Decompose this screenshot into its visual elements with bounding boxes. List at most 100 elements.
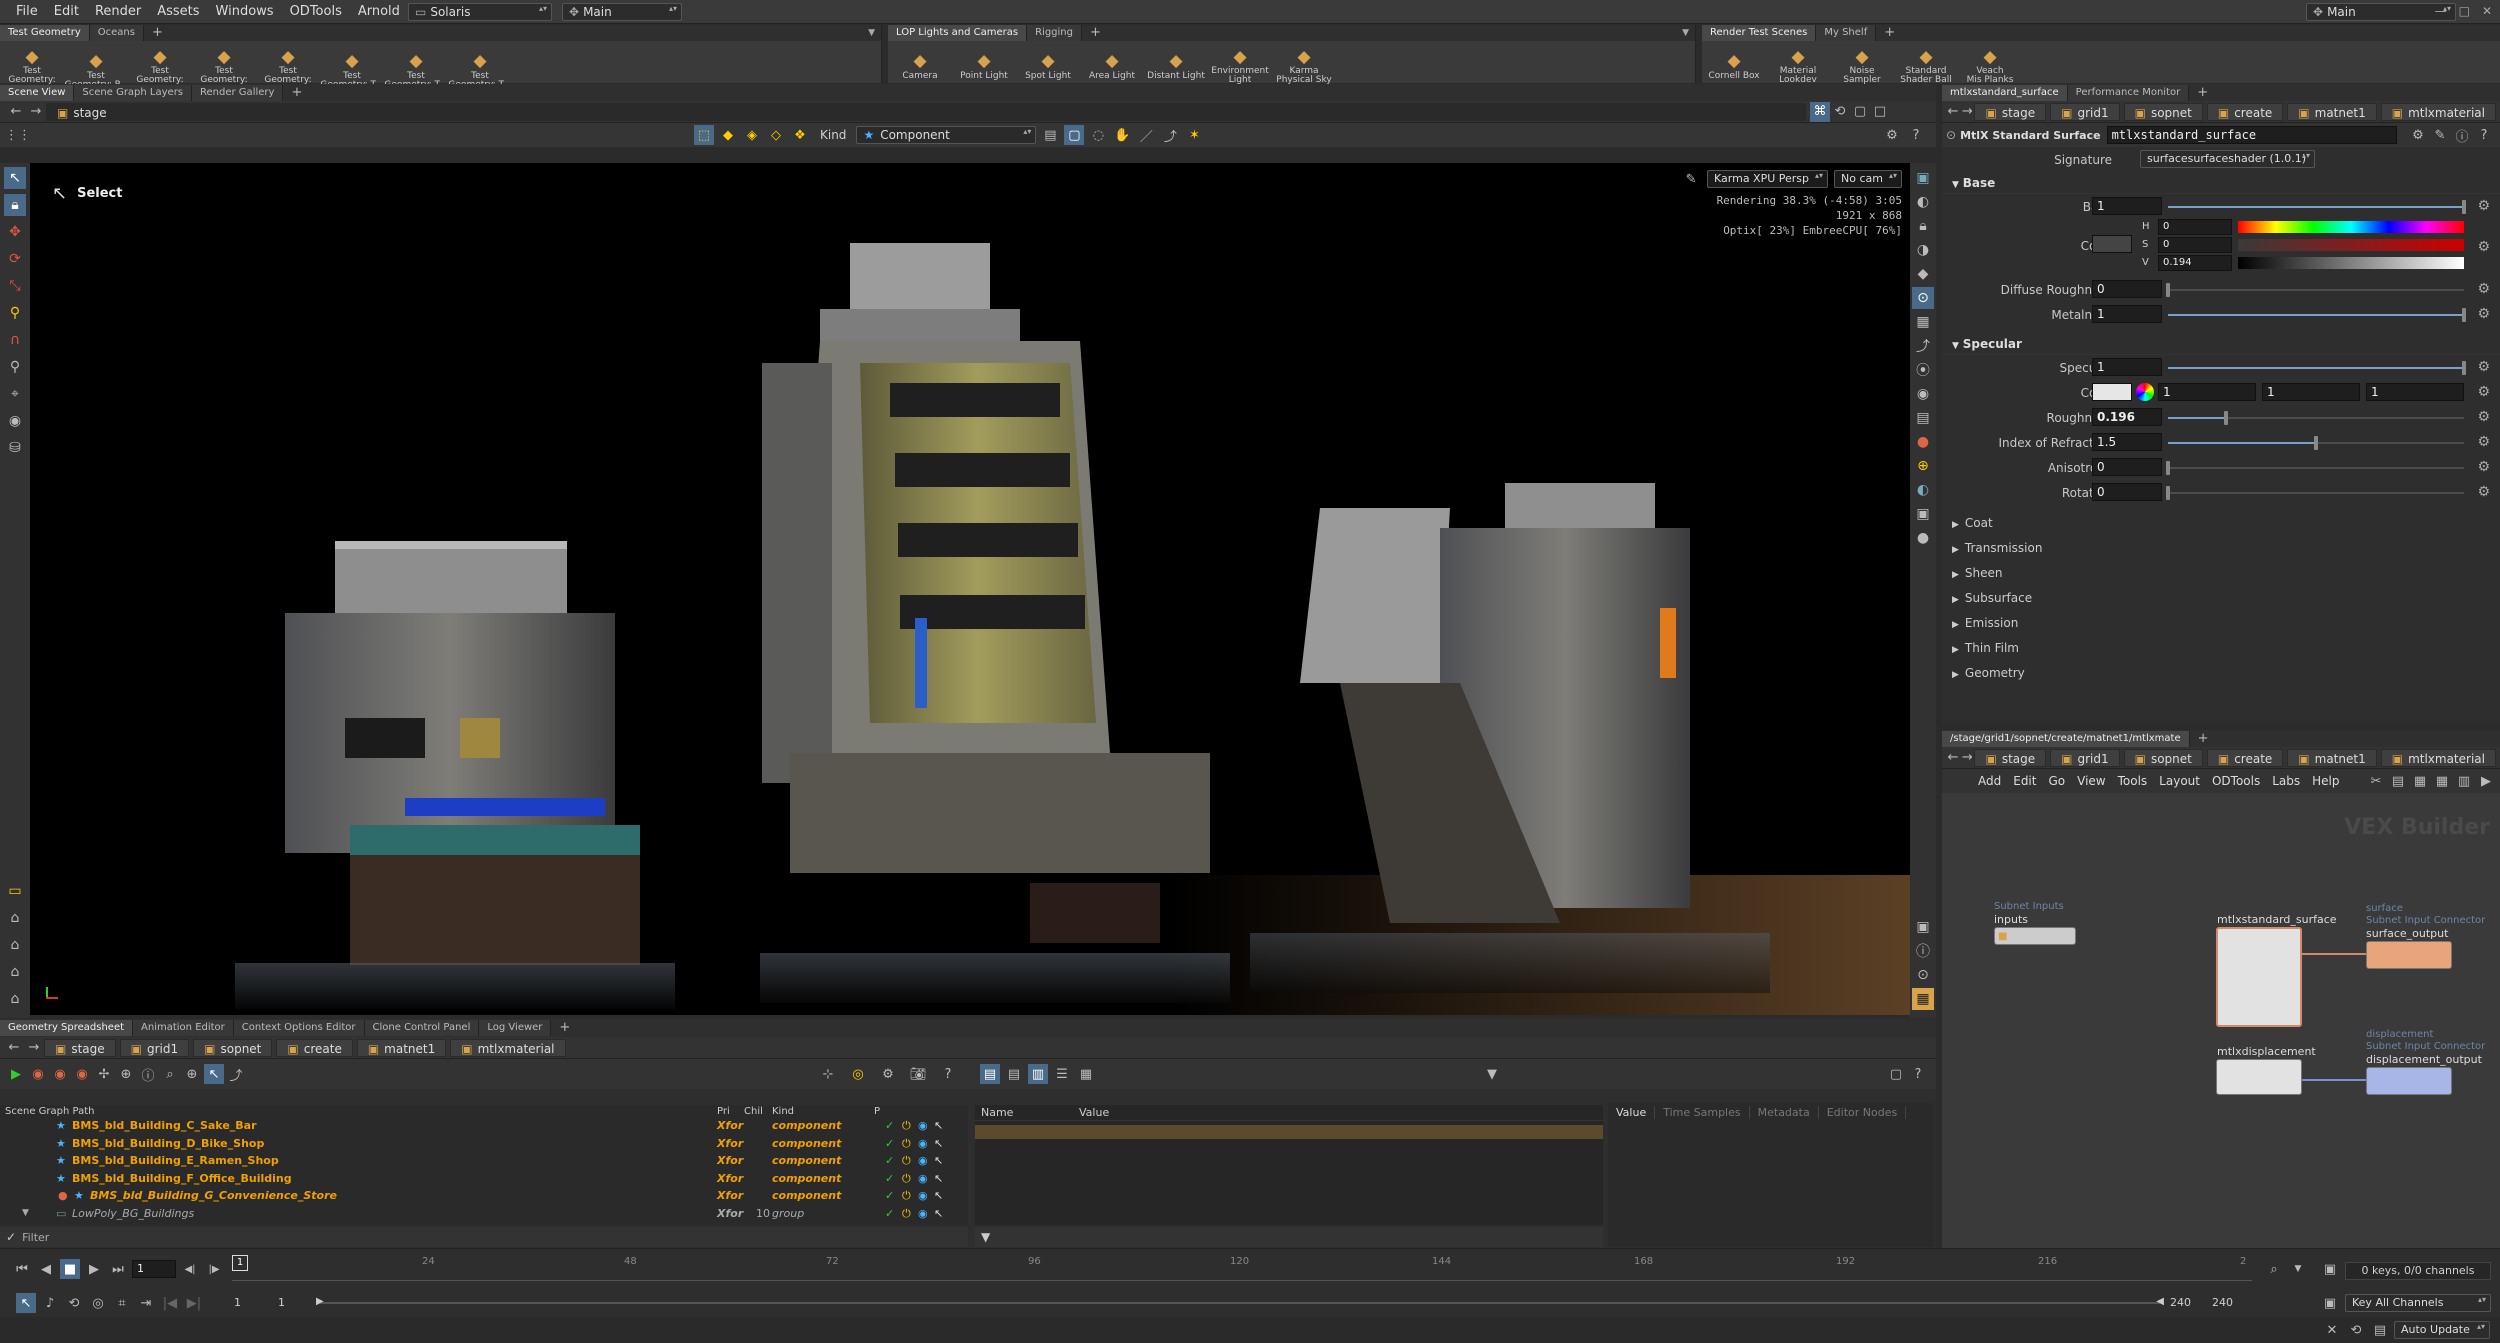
- tree-row-vis-icon[interactable]: ⏻: [902, 1170, 911, 1188]
- anisotropy-field[interactable]: 0: [2092, 458, 2162, 476]
- slider-knob[interactable]: [2166, 486, 2170, 500]
- net-crumb-sopnet[interactable]: ▣ sopnet: [2123, 748, 2203, 767]
- tree-row-arrow-icon[interactable]: ↖: [934, 1222, 943, 1225]
- value-tab-value[interactable]: Value: [1608, 1105, 1656, 1119]
- param-crumb-stage[interactable]: ▣ stage: [1974, 102, 2047, 121]
- select-assembly-icon[interactable]: ❖: [790, 125, 810, 145]
- param-crumb-matnet1[interactable]: ▣ matnet1: [2287, 102, 2377, 121]
- snap-tool-icon[interactable]: ▭: [4, 880, 26, 902]
- tree-row-vis-icon[interactable]: ⏻: [902, 1222, 911, 1225]
- tree-row-vis-icon[interactable]: ⏻: [902, 1205, 911, 1223]
- slider-knob[interactable]: [2166, 461, 2170, 475]
- menu-file[interactable]: File: [8, 0, 46, 24]
- base-color-gear-icon[interactable]: ⚙: [2477, 239, 2490, 255]
- attr-view-4-icon[interactable]: ☰: [1052, 1064, 1072, 1084]
- tree-row[interactable]: ★ BMS_bld_Building_C_Sake_Bar Xfor componen…: [0, 1117, 968, 1135]
- net-tool-grid-icon[interactable]: ▦: [2410, 771, 2430, 791]
- tree-row-vis-icon[interactable]: ⏻: [902, 1187, 911, 1205]
- lock-camera-icon[interactable]: 🔒︎: [1912, 215, 1934, 237]
- shelf-tool-cornell-box[interactable]: ◆ Cornell Box: [1702, 52, 1766, 81]
- param-add-tab-icon[interactable]: +: [2189, 85, 2216, 101]
- hsv-h-field[interactable]: 0: [2158, 219, 2232, 235]
- node-help-icon[interactable]: ?: [2474, 125, 2494, 145]
- bottom-crumb-matnet1[interactable]: ▣ matnet1: [356, 1038, 447, 1057]
- maximize-icon[interactable]: □: [2459, 4, 2470, 18]
- status-update-icon[interactable]: ⟲: [2346, 1320, 2366, 1340]
- signature-select[interactable]: surfacesurfaceshader (1.0.1): [2140, 150, 2315, 168]
- menu-render[interactable]: Render: [87, 0, 149, 24]
- value-tab-metadata[interactable]: Metadata: [1750, 1105, 1819, 1119]
- light-display-icon[interactable]: ◆: [1912, 263, 1934, 285]
- range-end-2[interactable]: 240: [2212, 1296, 2233, 1309]
- specular-field[interactable]: 1: [2092, 358, 2162, 376]
- camera-tool-icon[interactable]: ◉: [4, 410, 26, 432]
- bounds-icon[interactable]: ◐: [1912, 479, 1934, 501]
- jump-end-icon[interactable]: ⏭: [108, 1259, 128, 1279]
- param-back-icon[interactable]: ←: [1946, 102, 1960, 122]
- forward-arrow-icon[interactable]: →: [26, 102, 46, 122]
- tree-row-sel-icon[interactable]: ◉: [918, 1222, 928, 1225]
- shelf-tab-oceans[interactable]: Oceans: [89, 25, 144, 41]
- range-end[interactable]: 240: [2170, 1296, 2191, 1309]
- shelf-tool-area-light[interactable]: ◆ Area Light: [1080, 52, 1144, 81]
- slider-knob[interactable]: [2462, 361, 2466, 375]
- layout-menu-icon[interactable]: ▦: [1912, 988, 1934, 1010]
- sg-search-icon[interactable]: ⌕: [160, 1064, 180, 1084]
- tree-row-flags-icon[interactable]: ✓: [885, 1135, 894, 1153]
- node-edit-icon[interactable]: ✎: [2430, 125, 2450, 145]
- sg-gear-icon[interactable]: ⚙: [878, 1064, 898, 1084]
- sg-collapse-icon[interactable]: ⊕: [116, 1064, 136, 1084]
- sat-ramp[interactable]: [2238, 239, 2464, 251]
- attr-view-2-icon[interactable]: ▤: [1004, 1064, 1024, 1084]
- network-add-tab-icon[interactable]: +: [2190, 731, 2217, 747]
- range-forward-icon[interactable]: ▶|: [184, 1293, 204, 1313]
- viewer-path-stage[interactable]: ▣ stage: [46, 102, 1806, 121]
- tree-row-sel-icon[interactable]: ◉: [918, 1135, 928, 1153]
- attr-view-5-icon[interactable]: ▦: [1076, 1064, 1096, 1084]
- sg-target-icon[interactable]: ◎: [848, 1064, 868, 1084]
- loop-icon[interactable]: ⟲: [64, 1293, 84, 1313]
- metalness-slider[interactable]: [2168, 308, 2466, 322]
- network-forward-icon[interactable]: →: [1960, 748, 1974, 768]
- tree-row-arrow-icon[interactable]: ↖: [934, 1135, 943, 1153]
- net-tool-more-icon[interactable]: ▶: [2476, 771, 2496, 791]
- folder-thin-film[interactable]: ▶ Thin Film: [1942, 636, 2500, 661]
- attr-filter-funnel-icon[interactable]: ▼: [981, 1230, 990, 1244]
- net-tool-list-icon[interactable]: ▤: [2388, 771, 2408, 791]
- folder-sheen[interactable]: ▶ Sheen: [1942, 561, 2500, 586]
- hsv-v-field[interactable]: 0.194: [2158, 255, 2232, 271]
- tree-row[interactable]: ★ BMS_bld_Building_F_Office_Building Xfor c…: [0, 1170, 968, 1188]
- tree-row-flags-icon[interactable]: ✓: [885, 1152, 894, 1170]
- play-reverse-icon[interactable]: ◀: [36, 1259, 56, 1279]
- timeline-zoom-icon[interactable]: ⌕: [2264, 1259, 2284, 1279]
- link-icon[interactable]: ⟲: [1830, 102, 1850, 122]
- tree-row-sel-icon[interactable]: ◉: [918, 1187, 928, 1205]
- slider-knob[interactable]: [2224, 411, 2229, 425]
- normals-icon[interactable]: ⊕: [1912, 455, 1934, 477]
- points-icon[interactable]: ●: [1912, 431, 1934, 453]
- key-mode-select[interactable]: Key All Channels: [2345, 1294, 2491, 1312]
- menu-edit[interactable]: Edit: [46, 0, 87, 24]
- param-crumb-mtlxmaterial[interactable]: ▣ mtlxmaterial: [2380, 102, 2496, 121]
- folder-transmission[interactable]: ▶ Transmission: [1942, 536, 2500, 561]
- shelf-tool-icon[interactable]: ⌂: [4, 961, 26, 983]
- secure-select-icon[interactable]: ⤴: [1160, 125, 1180, 145]
- tab-mtlx-surface[interactable]: mtlxstandard_surface: [1942, 84, 2068, 101]
- tree-row-sel-icon[interactable]: ◉: [918, 1152, 928, 1170]
- render-pen-icon[interactable]: ✎: [1681, 169, 1701, 189]
- tree-row-flags-icon[interactable]: ✓: [885, 1170, 894, 1188]
- diffuse-roughness-slider[interactable]: [2166, 283, 2464, 297]
- paint-select-icon[interactable]: ✋: [1112, 125, 1132, 145]
- specular-section[interactable]: ▼ Specular: [1942, 333, 2500, 355]
- surface-node[interactable]: [2216, 927, 2302, 1027]
- net-crumb-stage[interactable]: ▣ stage: [1974, 748, 2047, 767]
- param-forward-icon[interactable]: →: [1960, 102, 1974, 122]
- laser-select-icon[interactable]: ／: [1136, 125, 1156, 145]
- shelf-right-add-tab-icon[interactable]: +: [1876, 25, 1903, 41]
- viewer-options-icon[interactable]: ▢: [1850, 102, 1870, 122]
- param-crumb-sopnet[interactable]: ▣ sopnet: [2123, 102, 2203, 121]
- folder-coat[interactable]: ▶ Coat: [1942, 511, 2500, 536]
- param-crumb-grid1[interactable]: ▣ grid1: [2050, 102, 2120, 121]
- attr-selected-row[interactable]: [975, 1125, 1603, 1139]
- select-visible-icon[interactable]: ▤: [1040, 125, 1060, 145]
